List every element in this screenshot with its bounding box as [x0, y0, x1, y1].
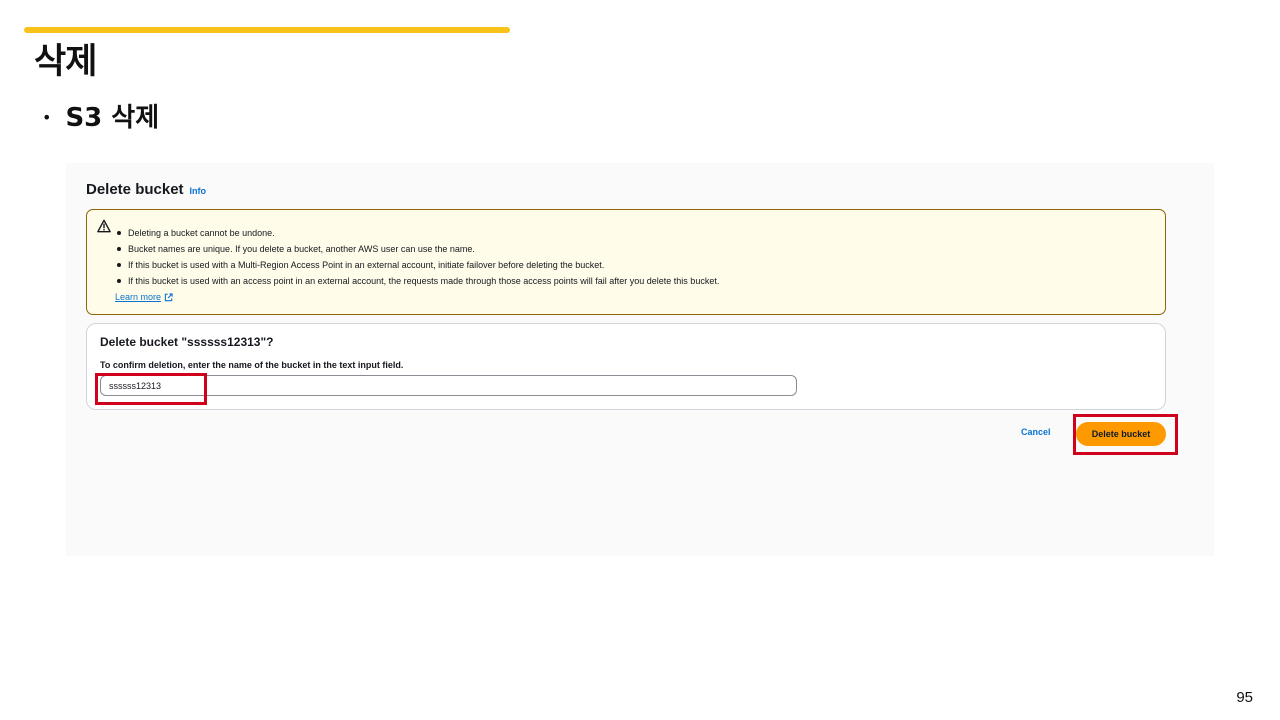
warning-icon: [97, 219, 111, 233]
cancel-button[interactable]: Cancel: [1021, 427, 1051, 437]
delete-button-highlight-box: [1073, 414, 1178, 455]
confirm-label: To confirm deletion, enter the name of t…: [100, 360, 404, 370]
accent-bar: [24, 27, 510, 33]
warning-alert: Deleting a bucket cannot be undone. Buck…: [86, 209, 1166, 315]
panel-heading: Delete bucket Info: [86, 181, 206, 198]
page-number: 95: [1236, 689, 1253, 706]
bullet-dot: •: [42, 108, 52, 127]
alert-item: If this bucket is used with a Multi-Regi…: [116, 257, 719, 273]
alert-item: If this bucket is used with an access po…: [116, 273, 719, 289]
learn-more-link[interactable]: Learn more: [115, 292, 173, 302]
bullet-text: S3 삭제: [65, 103, 160, 133]
external-link-icon: [164, 292, 173, 301]
learn-more-label: Learn more: [115, 292, 162, 302]
bullet-item: • S3 삭제: [42, 100, 159, 136]
info-link[interactable]: Info: [190, 186, 207, 196]
alert-list: Deleting a bucket cannot be undone. Buck…: [116, 225, 719, 289]
delete-bucket-panel: Delete bucket Info Deleting a bucket can…: [66, 163, 1214, 556]
confirm-card: Delete bucket "ssssss12313"? To confirm …: [86, 323, 1166, 410]
confirm-title: Delete bucket "ssssss12313"?: [100, 335, 274, 349]
alert-item: Bucket names are unique. If you delete a…: [116, 241, 719, 257]
alert-item: Deleting a bucket cannot be undone.: [116, 225, 719, 241]
panel-title: Delete bucket: [86, 181, 184, 198]
slide-title: 삭제: [34, 42, 97, 82]
input-highlight-box: [95, 373, 207, 405]
